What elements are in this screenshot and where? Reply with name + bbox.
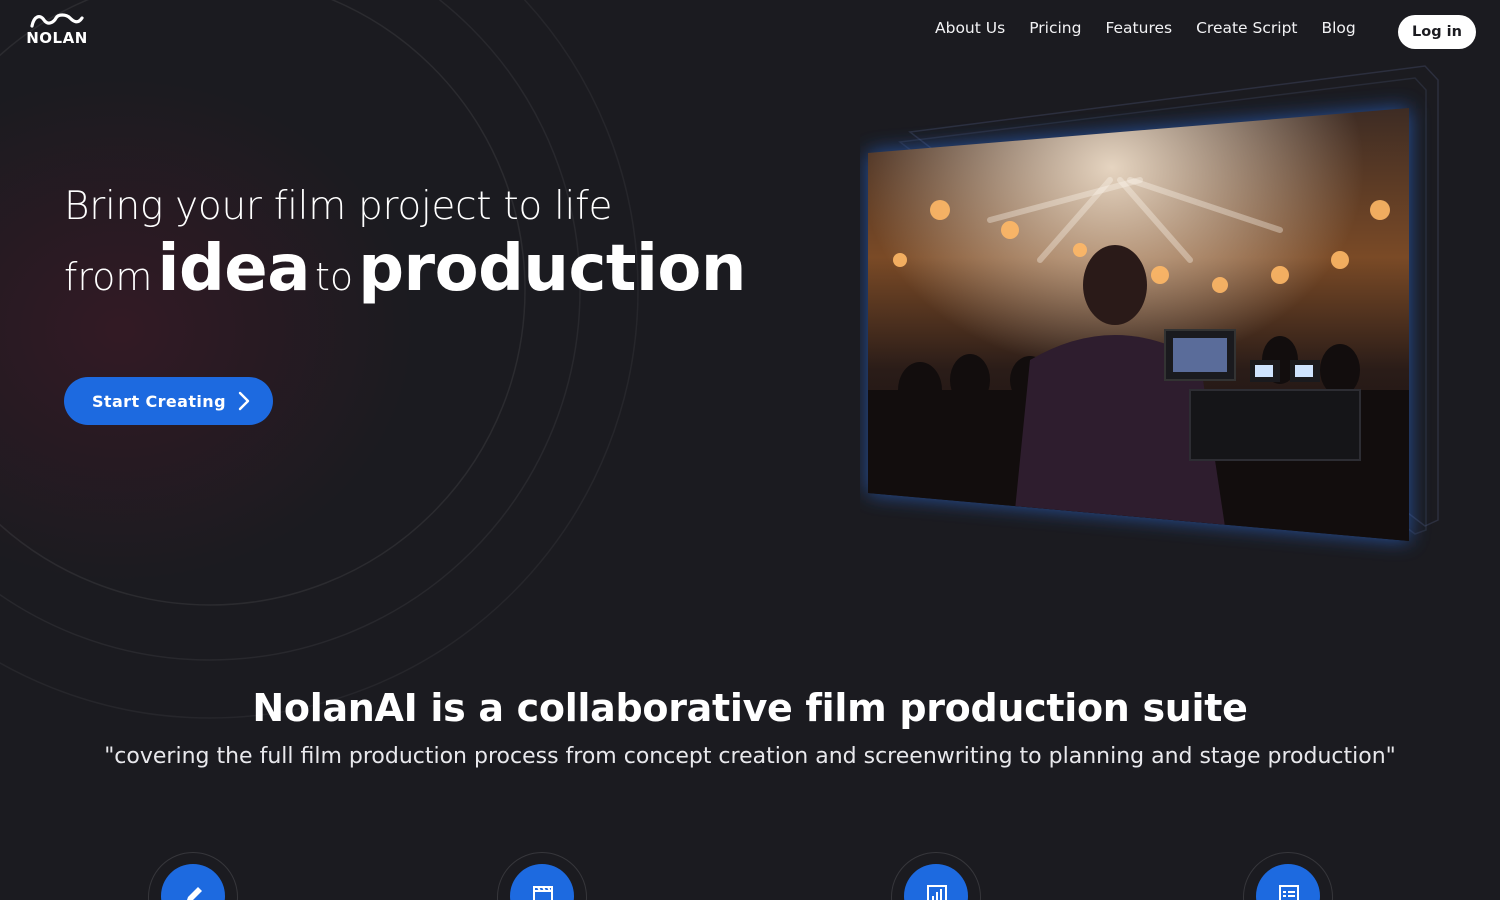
- feature-screenwriting[interactable]: [497, 852, 587, 900]
- nolan-logo[interactable]: NOLAN: [24, 12, 90, 48]
- chevron-right-icon: [238, 391, 250, 411]
- chart-icon: [927, 885, 947, 900]
- nav-pricing[interactable]: Pricing: [1029, 19, 1081, 37]
- nav-features[interactable]: Features: [1105, 19, 1172, 37]
- feature-production[interactable]: [1243, 852, 1333, 900]
- hero-production: production: [358, 232, 746, 306]
- mission-title: NolanAI is a collaborative film producti…: [252, 686, 1248, 730]
- hero-subheadline: from idea to production: [64, 232, 746, 306]
- pencil-icon: [187, 887, 202, 900]
- mission-quote: "covering the full film production proce…: [104, 744, 1396, 769]
- list-icon: [1279, 885, 1299, 900]
- landing-page: NOLAN About Us Pricing Features Create S…: [0, 0, 1500, 900]
- feature-planning[interactable]: [891, 852, 981, 900]
- nav-about-us[interactable]: About Us: [935, 19, 1005, 37]
- logo-text: NOLAN: [26, 29, 88, 47]
- hero-to: to: [314, 255, 354, 299]
- start-creating-label: Start Creating: [92, 391, 226, 411]
- main-nav: About Us Pricing Features Create Script …: [935, 19, 1356, 37]
- feature-concept[interactable]: [148, 852, 238, 900]
- clapperboard-icon: [533, 886, 553, 900]
- nav-blog[interactable]: Blog: [1321, 19, 1355, 37]
- logo-wave-icon: [30, 13, 84, 28]
- film-set-stage-image: [868, 65, 1439, 541]
- hero-headline: Bring your film project to life: [64, 184, 613, 229]
- hero-image: [860, 60, 1460, 580]
- hero-from: from: [64, 255, 153, 299]
- login-button[interactable]: Log in: [1398, 15, 1476, 49]
- hero-idea: idea: [157, 232, 311, 306]
- nav-create-script[interactable]: Create Script: [1196, 19, 1297, 37]
